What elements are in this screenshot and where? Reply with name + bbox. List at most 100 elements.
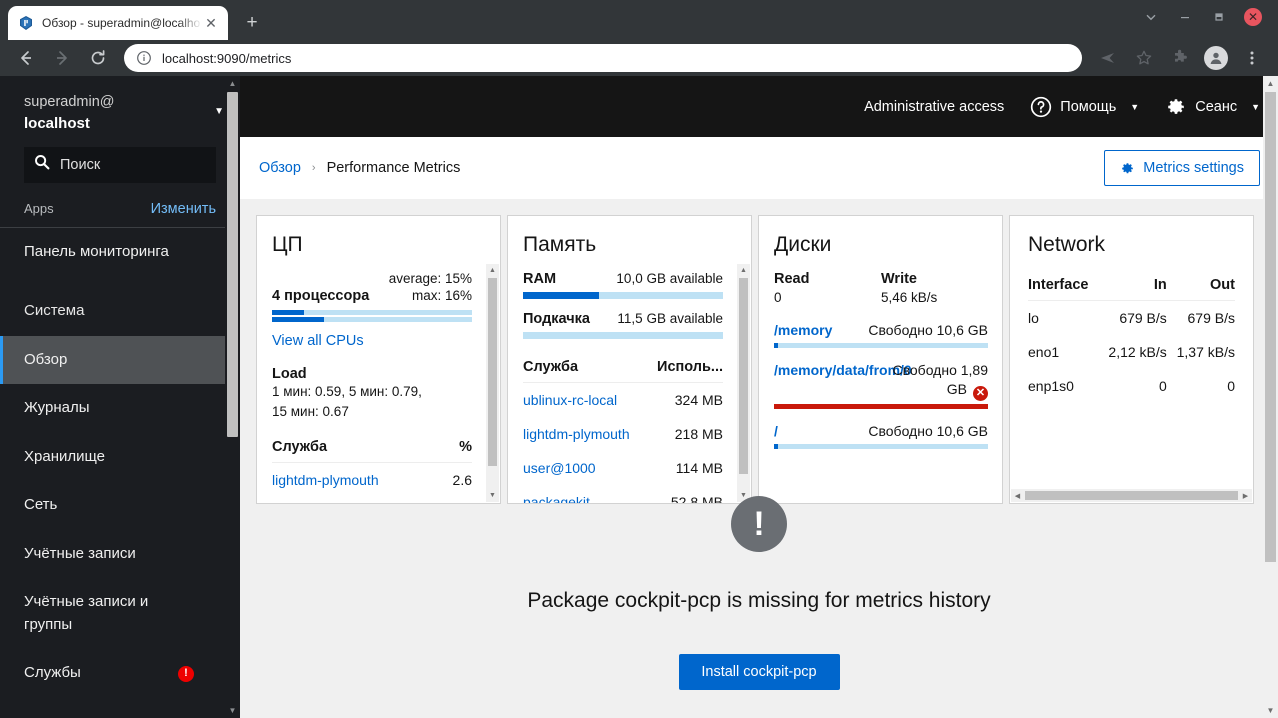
memory-service-table: Служба Исполь... ublinux-rc-local 324 MB…	[523, 353, 723, 503]
column-header-service: Служба	[523, 353, 647, 383]
cpu-load-line1: 1 мин: 0.59, 5 мин: 0.79,	[272, 384, 422, 399]
cpu-card-scrollbar[interactable]: ▲ ▼	[486, 264, 499, 502]
disk-write-label: Write	[881, 271, 917, 287]
disk-mount-link[interactable]: /memory/data/from/0	[774, 361, 912, 380]
sidebar-item-label: Хранилище	[24, 447, 105, 465]
help-label: Помощь	[1060, 98, 1117, 115]
column-header-in: In	[1098, 271, 1167, 301]
sidebar-item-network[interactable]: Сеть	[0, 481, 240, 530]
administrative-access-label: Administrative access	[864, 99, 1004, 115]
browser-tab[interactable]: Обзор - superadmin@localho ✕	[8, 6, 228, 40]
scrollbar-thumb[interactable]	[488, 278, 497, 466]
table-header-row: Interface In Out	[1028, 271, 1235, 301]
scroll-up-icon[interactable]: ▲	[737, 264, 750, 277]
close-icon[interactable]: ✕	[202, 14, 220, 32]
search-icon	[34, 154, 50, 175]
session-label: Сеанс	[1195, 98, 1238, 115]
sidebar-item-overview[interactable]: Обзор	[0, 335, 240, 385]
scroll-up-icon[interactable]: ▲	[1263, 76, 1278, 91]
cpu-bar-top	[272, 310, 472, 315]
chevron-down-icon[interactable]	[1134, 0, 1168, 34]
reload-icon[interactable]	[84, 44, 112, 72]
chevron-down-icon: ▼	[214, 106, 224, 117]
swap-bar	[523, 332, 723, 339]
disk-free-text: Свободно 10,6 GB	[868, 422, 988, 439]
network-table: Interface In Out lo 679 B/s 679 B/s eno1	[1028, 271, 1235, 403]
bookmark-star-icon[interactable]	[1130, 44, 1158, 72]
help-menu[interactable]: Помощь ▼	[1030, 96, 1139, 118]
address-bar[interactable]: localhost:9090/metrics	[124, 44, 1082, 72]
disk-entry: /memory/data/from/0 Свободно 1,89 GB ✕	[774, 361, 988, 409]
share-icon[interactable]	[1094, 44, 1122, 72]
disk-entry: / Свободно 10,6 GB	[774, 422, 988, 449]
metrics-cards: ЦП average: 15% 4 процессора max: 16% Vi…	[240, 199, 1278, 504]
gear-icon	[1165, 96, 1187, 118]
breadcrumb-root-link[interactable]: Обзор	[259, 160, 301, 176]
install-package-button[interactable]: Install cockpit-pcp	[678, 654, 840, 690]
table-header-row: Служба %	[272, 433, 472, 463]
iface-in: 0	[1159, 378, 1167, 394]
iface-name: eno1	[1028, 344, 1060, 360]
metrics-settings-label: Metrics settings	[1143, 160, 1244, 176]
apps-label: Apps	[24, 201, 54, 217]
sidebar-scrollbar[interactable]: ▲ ▼	[225, 76, 240, 718]
metrics-settings-button[interactable]: Metrics settings	[1104, 150, 1260, 186]
gear-icon	[1120, 161, 1135, 176]
maximize-icon[interactable]	[1202, 0, 1236, 34]
scroll-down-icon[interactable]: ▼	[1263, 703, 1278, 718]
cpu-load-title: Load	[272, 366, 307, 382]
session-menu[interactable]: Сеанс ▼	[1165, 96, 1260, 118]
scroll-up-icon[interactable]: ▲	[486, 264, 499, 277]
new-tab-button[interactable]: +	[238, 9, 266, 37]
forward-icon[interactable]	[48, 44, 76, 72]
column-header-out: Out	[1166, 271, 1235, 301]
disk-entry: /memory Свободно 10,6 GB	[774, 321, 988, 348]
disk-free-text: Свободно 1,89 GB ✕	[884, 361, 988, 401]
close-window-button[interactable]: ✕	[1236, 0, 1270, 34]
column-header-percent: %	[441, 433, 472, 463]
scrollbar-thumb[interactable]	[739, 278, 748, 474]
cpu-card: ЦП average: 15% 4 процессора max: 16% Vi…	[256, 215, 501, 504]
minimize-icon[interactable]	[1168, 0, 1202, 34]
close-icon: ✕	[1244, 8, 1262, 26]
service-value: 2.6	[452, 472, 472, 488]
sidebar-item-accounts-groups[interactable]: Учётные записи и группы	[0, 578, 240, 649]
more-menu-icon[interactable]	[1238, 44, 1266, 72]
error-circle-icon: ✕	[973, 385, 988, 401]
host-switcher[interactable]: superadmin@ localhost ▼	[0, 76, 240, 145]
page-scrollbar[interactable]: ▲ ▼	[1263, 76, 1278, 718]
sidebar-item-services[interactable]: Службы !	[0, 649, 240, 698]
scroll-down-icon[interactable]: ▼	[225, 703, 240, 718]
service-name[interactable]: lightdm-plymouth	[272, 463, 441, 498]
sidebar-item-label: Обзор	[24, 350, 68, 368]
memory-card-scrollbar[interactable]: ▲ ▼	[737, 264, 750, 502]
scrollbar-thumb[interactable]	[227, 92, 238, 437]
table-row: ublinux-rc-local 324 MB	[523, 383, 723, 418]
service-name[interactable]: ublinux-rc-local	[523, 383, 647, 418]
scroll-up-icon[interactable]: ▲	[225, 76, 240, 91]
apps-header: Apps Изменить	[0, 183, 240, 228]
view-all-cpus-link[interactable]: View all CPUs	[272, 333, 364, 349]
sidebar-item-dashboard[interactable]: Панель мониторинга	[0, 228, 240, 277]
memory-card-title: Память	[523, 233, 597, 256]
page-title: Performance Metrics	[326, 160, 461, 176]
service-name[interactable]: user@1000	[523, 451, 647, 485]
sidebar-item-storage[interactable]: Хранилище	[0, 433, 240, 482]
extensions-puzzle-icon[interactable]	[1166, 44, 1194, 72]
profile-avatar-icon[interactable]	[1202, 44, 1230, 72]
sidebar-item-logs[interactable]: Журналы	[0, 384, 240, 433]
disk-mount-link[interactable]: /memory	[774, 321, 832, 340]
ram-bar	[523, 292, 723, 299]
sidebar-item-accounts[interactable]: Учётные записи	[0, 530, 240, 579]
network-card-title: Network	[1028, 233, 1106, 256]
sidebar-item-label: Сеть	[24, 496, 58, 514]
apps-edit-link[interactable]: Изменить	[151, 201, 216, 217]
disk-mount-link[interactable]: /	[774, 422, 778, 441]
back-icon[interactable]	[12, 44, 40, 72]
search-input[interactable]: Поиск	[24, 146, 216, 183]
chevron-down-icon: ▼	[1251, 101, 1260, 112]
scrollbar-thumb[interactable]	[1265, 92, 1276, 562]
service-name[interactable]: lightdm-plymouth	[523, 417, 647, 451]
disk-usage-bar	[774, 443, 988, 449]
iface-out: 1,37 kB/s	[1176, 344, 1235, 360]
